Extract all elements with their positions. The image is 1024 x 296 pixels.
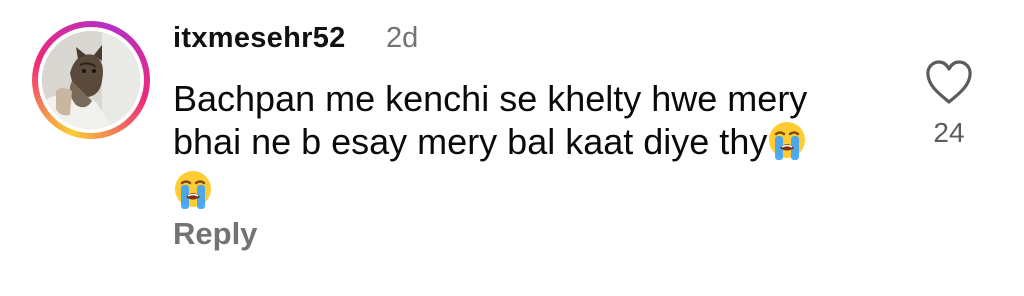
comment-text-line-2: bhai ne b esay mery bal kaat diye thy (173, 121, 768, 162)
like-button[interactable] (923, 58, 975, 106)
comment: itxmesehr52 2d Bachpan me kenchi se khel… (0, 0, 1024, 296)
avatar-photo (42, 31, 140, 129)
loudly-crying-face-emoji-icon (767, 120, 807, 169)
like-count: 24 (933, 117, 965, 148)
comment-text-line-1: Bachpan me kenchi se khelty hwe mery (173, 78, 808, 119)
avatar-story-ring[interactable] (32, 21, 150, 139)
comment-timestamp: 2d (386, 22, 419, 54)
heart-outline-icon (926, 60, 972, 104)
comment-text: Bachpan me kenchi se khelty hwe mery bha… (173, 78, 873, 218)
reply-button[interactable]: Reply (173, 216, 257, 252)
comment-username[interactable]: itxmesehr52 (173, 22, 346, 55)
loudly-crying-face-emoji-icon (173, 169, 213, 218)
avatar[interactable] (42, 31, 140, 129)
